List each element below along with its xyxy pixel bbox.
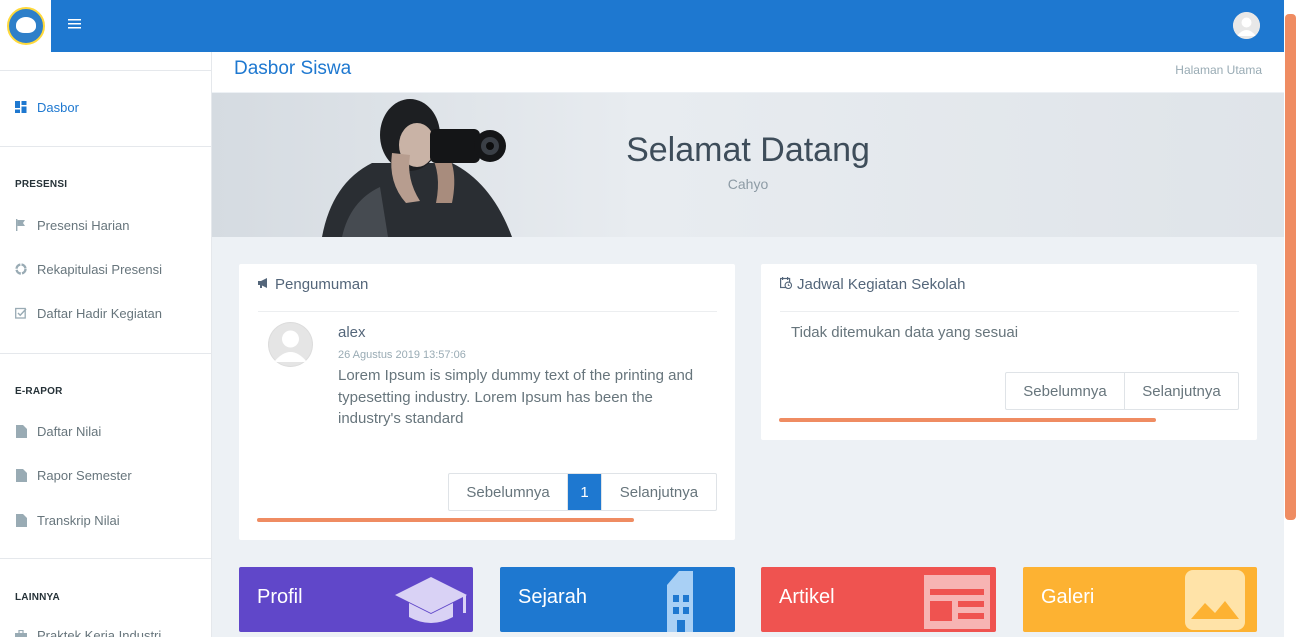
logo-emblem xyxy=(6,7,45,45)
tile-label: Profil xyxy=(257,586,303,608)
tile-artikel[interactable]: Artikel xyxy=(761,567,996,632)
post-author: alex xyxy=(338,324,366,341)
tile-label: Galeri xyxy=(1041,586,1095,608)
announcements-pagination: Sebelumnya 1 Selanjutnya xyxy=(448,473,717,511)
welcome-title: Selamat Datang xyxy=(626,131,870,169)
tile-label: Sejarah xyxy=(518,586,587,608)
tile-label: Artikel xyxy=(779,586,835,608)
post-body: Lorem Ipsum is simply dummy text of the … xyxy=(338,367,694,427)
sidebar-item-label: Praktek Kerja Industri xyxy=(37,627,162,637)
sidebar-item-label: Presensi Harian xyxy=(37,217,130,233)
hamburger-icon[interactable] xyxy=(68,17,88,33)
sidebar-item-transkrip-nilai[interactable]: Transkrip Nilai xyxy=(0,505,212,535)
sidebar-item-label: Daftar Nilai xyxy=(37,423,102,439)
sidebar-item-presensi-harian[interactable]: Presensi Harian xyxy=(0,210,212,240)
sidebar-divider xyxy=(0,558,212,559)
pagination-prev-button[interactable]: Sebelumnya xyxy=(449,474,569,510)
schedule-card: Jadwal Kegiatan Sekolah Tidak ditemukan … xyxy=(761,264,1257,440)
sidebar-divider xyxy=(0,146,212,147)
sidebar-item-label: Rekapitulasi Presensi xyxy=(37,261,163,277)
megaphone-icon xyxy=(258,278,270,291)
announcements-scroll-indicator[interactable] xyxy=(257,518,634,522)
sidebar-divider xyxy=(0,70,212,71)
sidebar-item-daftar-hadir-kegiatan[interactable]: Daftar Hadir Kegiatan xyxy=(0,298,212,328)
school-logo[interactable] xyxy=(0,0,51,52)
sidebar: Dasbor PRESENSI Presensi Harian Rekapitu… xyxy=(0,52,212,637)
card-title-label: Jadwal Kegiatan Sekolah xyxy=(797,276,966,293)
post-date: 26 Agustus 2019 13:57:06 xyxy=(338,349,466,361)
file-icon xyxy=(14,468,28,482)
flag-icon xyxy=(14,219,28,231)
card-divider xyxy=(258,311,717,312)
sidebar-heading-erapor: E-RAPOR xyxy=(15,386,63,397)
pagination-next-button[interactable]: Selanjutnya xyxy=(1125,373,1238,409)
file-icon xyxy=(14,424,28,438)
sidebar-item-label: Daftar Hadir Kegiatan xyxy=(37,305,163,321)
tile-galeri[interactable]: Galeri xyxy=(1023,567,1257,632)
pagination-page-1[interactable]: 1 xyxy=(568,474,602,510)
calendar-clock-icon xyxy=(780,277,793,292)
image-icon xyxy=(1185,570,1245,630)
user-avatar-icon[interactable] xyxy=(1233,12,1260,39)
sidebar-item-label: Rapor Semester xyxy=(37,467,132,483)
pagination-prev-button[interactable]: Sebelumnya xyxy=(1006,373,1125,409)
welcome-banner: Selamat Datang Cahyo xyxy=(212,93,1284,237)
page-scrollbar-thumb[interactable] xyxy=(1285,14,1296,520)
schedule-scroll-indicator[interactable] xyxy=(779,418,1156,422)
sidebar-item-daftar-nilai[interactable]: Daftar Nilai xyxy=(0,416,212,446)
dashboard-icon xyxy=(14,101,28,113)
sidebar-item-label: Transkrip Nilai xyxy=(37,512,120,528)
file-icon xyxy=(14,513,28,527)
sidebar-heading-presensi: PRESENSI xyxy=(15,179,68,190)
card-title-label: Pengumuman xyxy=(275,276,369,293)
tile-sejarah[interactable]: Sejarah xyxy=(500,567,735,632)
tile-profil[interactable]: Profil xyxy=(239,567,473,632)
announcements-card-title: Pengumuman xyxy=(258,276,368,293)
sidebar-divider xyxy=(0,353,212,354)
schedule-empty-message: Tidak ditemukan data yang sesuai xyxy=(791,324,1019,341)
page-title: Dasbor Siswa xyxy=(234,58,352,79)
page-header: Dasbor Siswa Halaman Utama xyxy=(212,52,1284,92)
schedule-card-title: Jadwal Kegiatan Sekolah xyxy=(780,276,965,293)
sidebar-item-dasbor[interactable]: Dasbor xyxy=(0,92,212,122)
briefcase-icon xyxy=(14,629,28,637)
schedule-pagination: Sebelumnya Selanjutnya xyxy=(1005,372,1239,410)
sidebar-heading-lainnya: LAINNYA xyxy=(15,592,60,603)
top-navbar xyxy=(0,0,1284,52)
breadcrumb[interactable]: Halaman Utama xyxy=(1175,63,1262,77)
welcome-username: Cahyo xyxy=(727,176,769,192)
card-divider xyxy=(780,311,1239,312)
sidebar-item-praktek-kerja-industri[interactable]: Praktek Kerja Industri xyxy=(0,620,212,637)
graduation-cap-icon xyxy=(395,577,467,623)
sidebar-item-rekapitulasi-presensi[interactable]: Rekapitulasi Presensi xyxy=(0,254,212,284)
announcements-card: Pengumuman alex 26 Agustus 2019 13:57:06… xyxy=(239,264,735,540)
pie-chart-icon xyxy=(14,263,28,275)
pagination-next-button[interactable]: Selanjutnya xyxy=(602,474,716,510)
sidebar-item-rapor-semester[interactable]: Rapor Semester xyxy=(0,460,212,490)
post-author-avatar xyxy=(268,322,313,367)
sidebar-item-label: Dasbor xyxy=(37,99,79,115)
building-icon xyxy=(667,571,693,632)
checkbox-icon xyxy=(14,307,28,319)
newspaper-icon xyxy=(924,567,990,629)
